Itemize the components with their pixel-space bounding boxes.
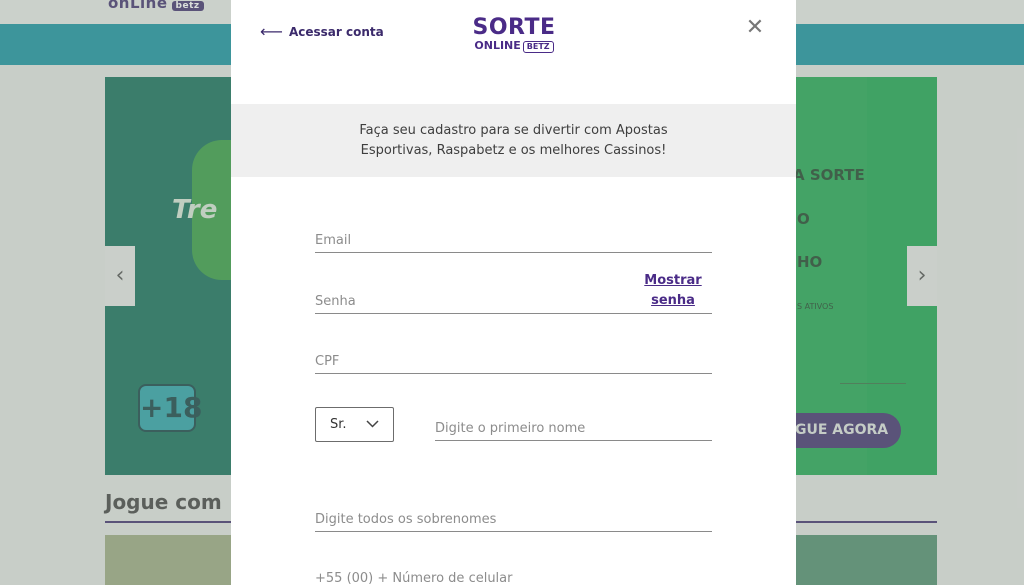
first-name-input[interactable] [435, 417, 712, 440]
close-icon[interactable]: ✕ [745, 17, 765, 39]
sorte-online-logo: SORTE ONLINE BETZ [467, 17, 561, 53]
logo-betz-badge: BETZ [522, 41, 554, 53]
show-password-link[interactable]: Mostrar senha [643, 271, 703, 311]
cpf-input[interactable] [315, 350, 712, 373]
title-select-value: Sr. [330, 417, 347, 432]
chevron-down-icon [366, 420, 379, 428]
email-field [315, 229, 712, 253]
phone-input[interactable] [315, 567, 712, 585]
cpf-field [315, 350, 712, 374]
logo-online: ONLINE BETZ [467, 39, 561, 53]
intro-banner: Faça seu cadastro para se divertir com A… [231, 104, 796, 177]
arrow-left-icon: ⟵ [260, 22, 283, 41]
title-select[interactable]: Sr. [315, 407, 394, 442]
email-input[interactable] [315, 229, 712, 252]
phone-field [315, 567, 712, 585]
logo-sorte: SORTE [472, 15, 556, 40]
intro-text: Faça seu cadastro para se divertir com A… [359, 122, 668, 158]
last-name-input[interactable] [315, 508, 712, 531]
modal-header: ⟵ Acessar conta SORTE ONLINE BETZ ✕ [231, 0, 796, 104]
login-link-label: Acessar conta [288, 24, 384, 39]
registration-modal: ⟵ Acessar conta SORTE ONLINE BETZ ✕ Faça … [231, 0, 796, 585]
login-link[interactable]: ⟵ Acessar conta [260, 22, 384, 41]
first-name-field [435, 417, 712, 441]
last-name-field [315, 508, 712, 532]
